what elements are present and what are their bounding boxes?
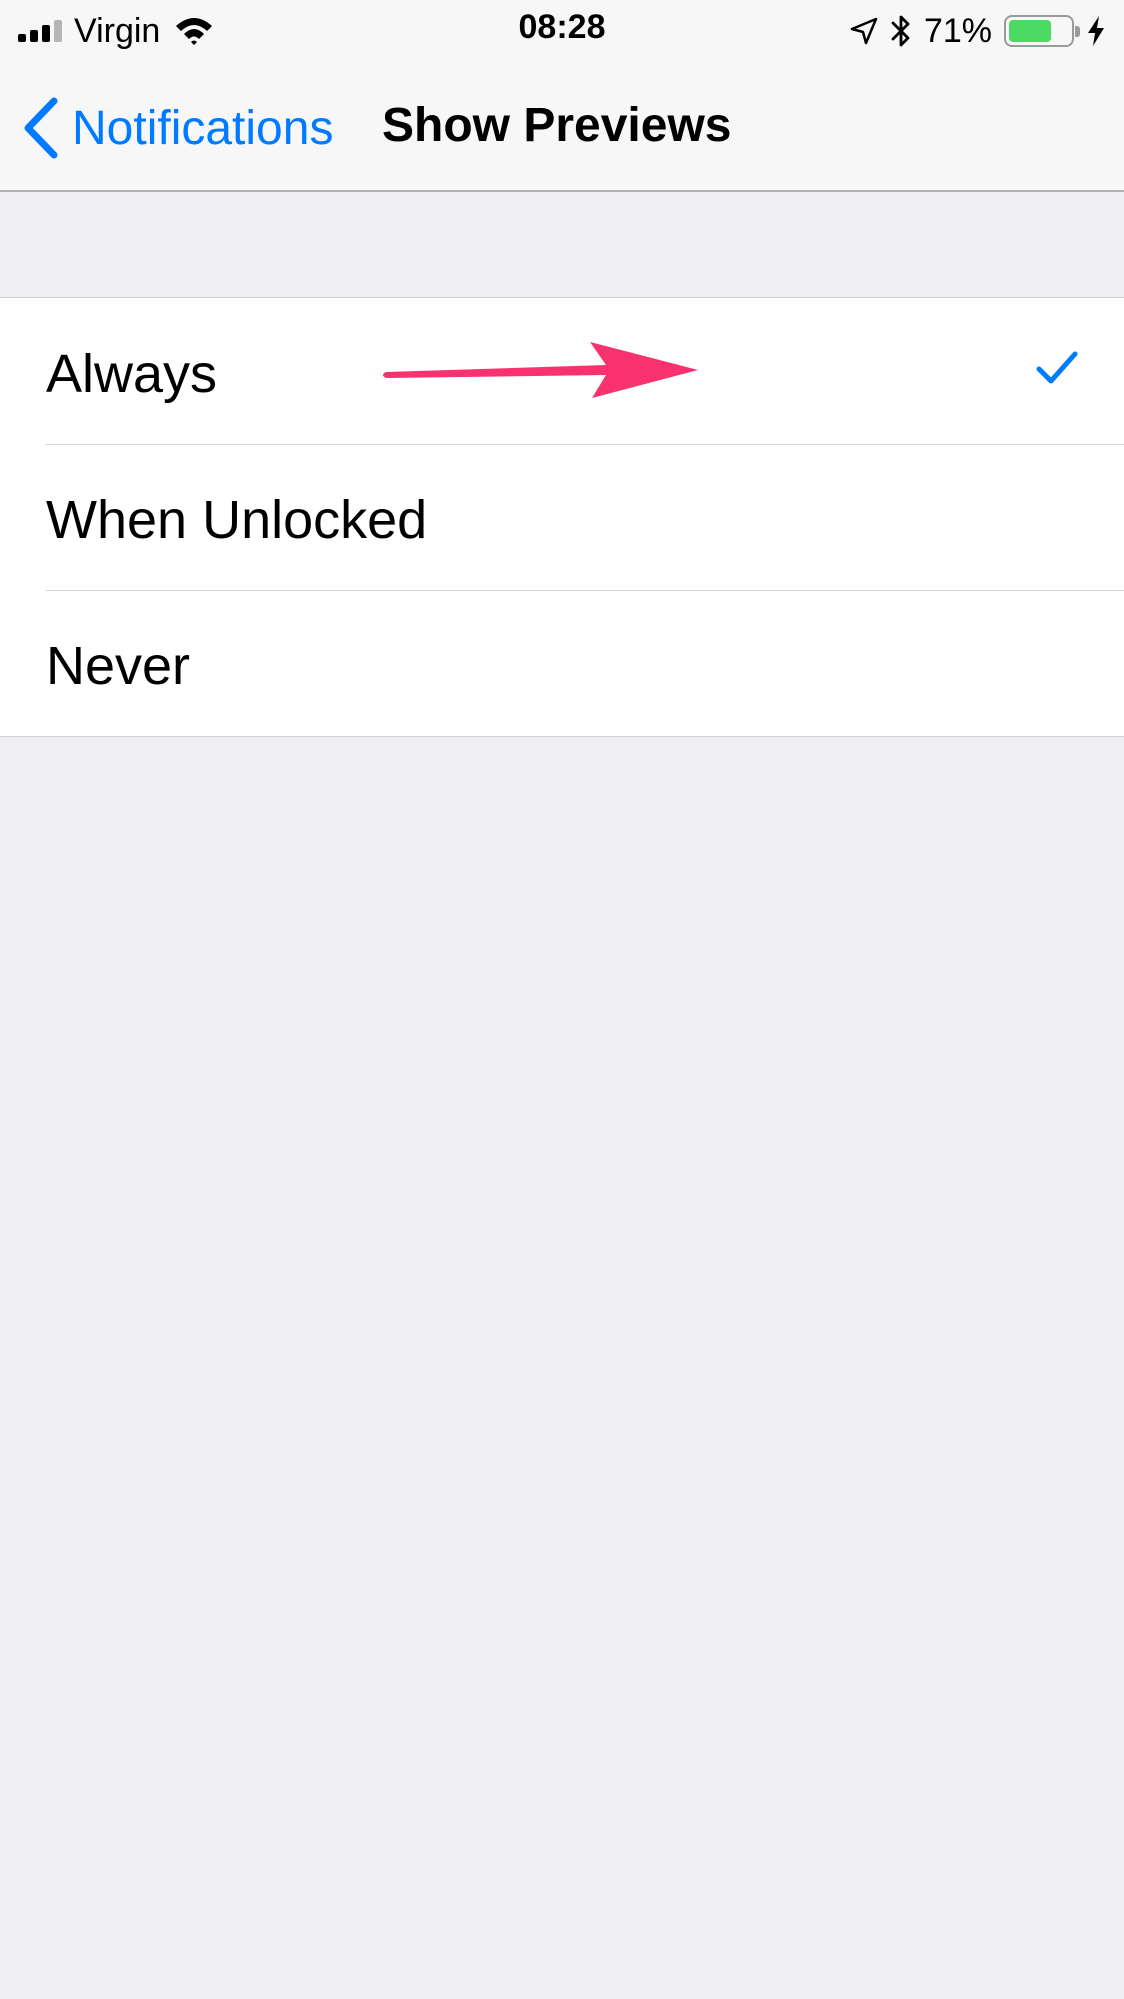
charging-icon <box>1088 16 1104 46</box>
page-title: Show Previews <box>382 99 732 152</box>
battery-percent: 71% <box>923 11 992 50</box>
checkmark-icon <box>1036 351 1078 384</box>
option-label: Never <box>46 636 191 696</box>
chevron-left-icon <box>24 97 58 159</box>
battery-icon <box>1004 15 1080 47</box>
back-button-label: Notifications <box>72 101 334 155</box>
annotation-arrow-icon <box>383 342 698 398</box>
back-button[interactable]: Notifications <box>22 92 333 164</box>
option-when-unlocked[interactable]: When Unlocked <box>0 444 1124 590</box>
option-never[interactable]: Never <box>0 590 1124 736</box>
status-bar: Virgin 08:28 71% <box>0 0 1124 62</box>
bluetooth-icon <box>891 15 910 47</box>
navigation-bar: Notifications Show Previews <box>0 62 1124 192</box>
location-icon <box>850 17 878 45</box>
status-right: 71% <box>850 10 1106 52</box>
option-label: Always <box>46 344 218 404</box>
option-label: When Unlocked <box>46 490 428 550</box>
